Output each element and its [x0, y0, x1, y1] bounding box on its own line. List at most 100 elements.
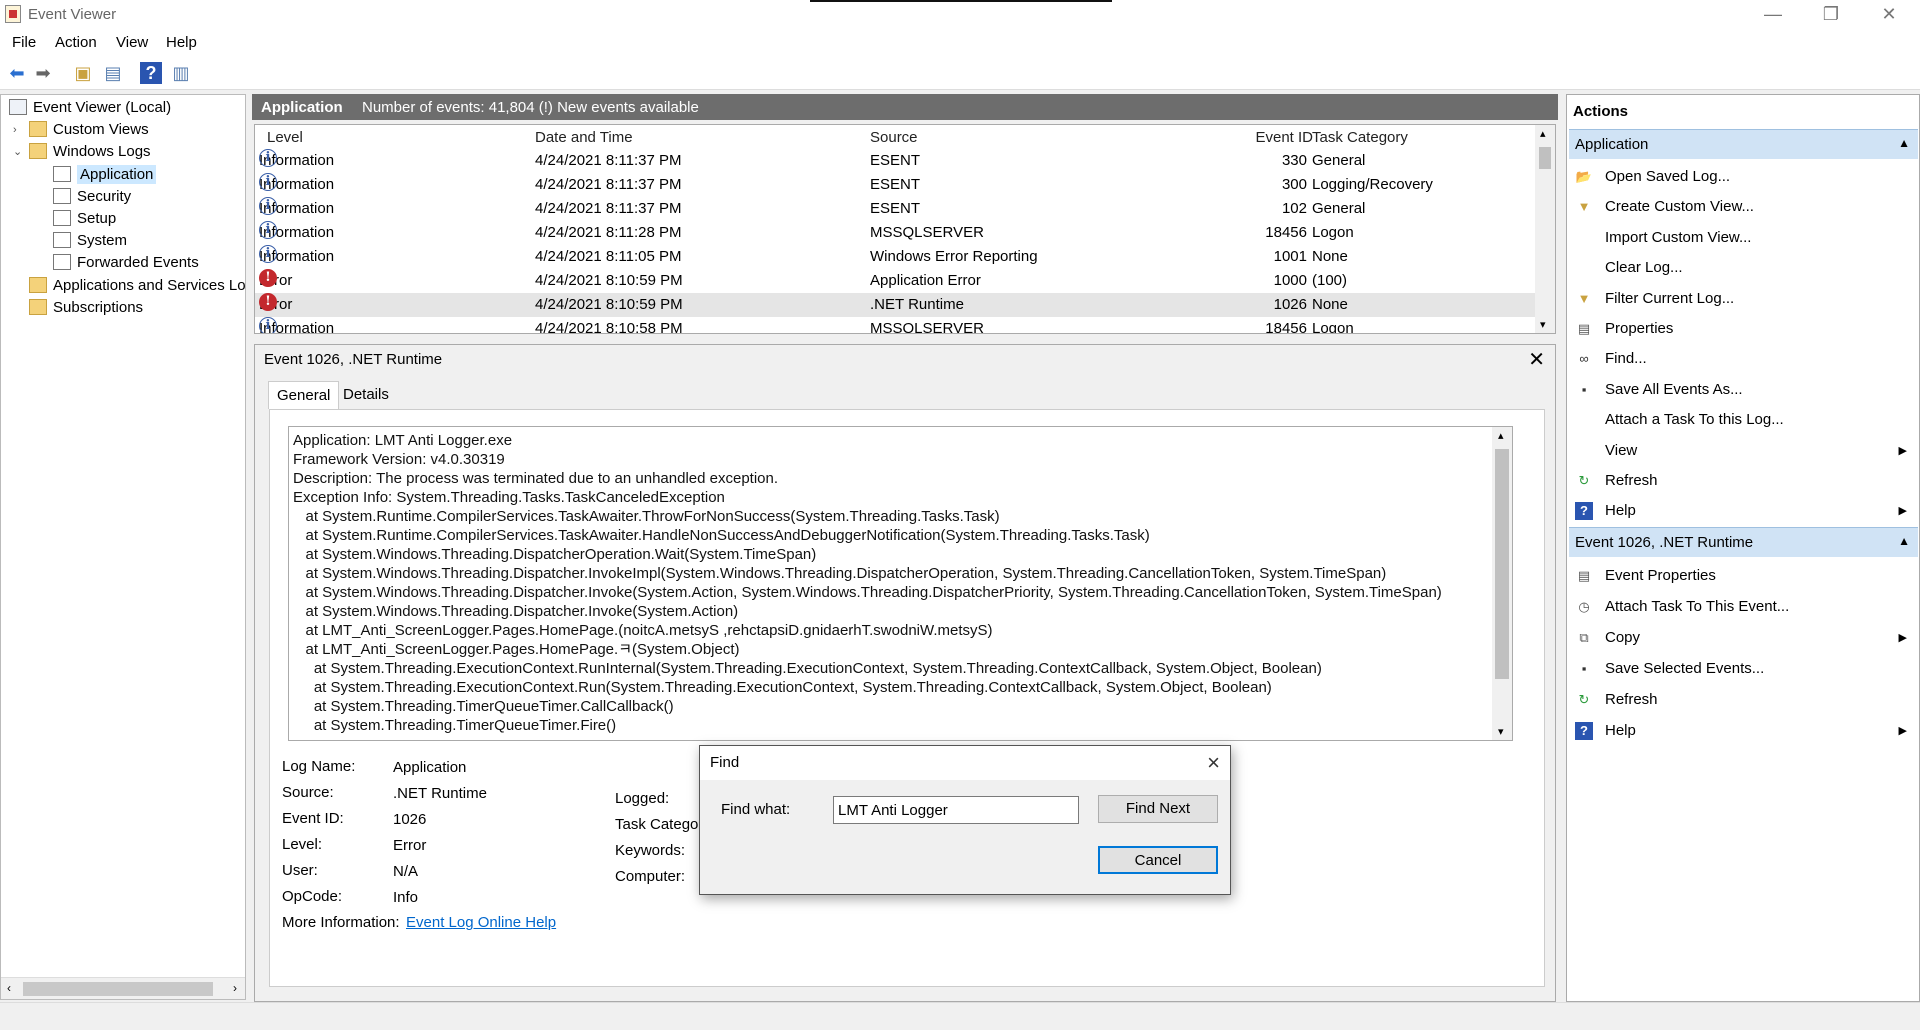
collapse-arrow-icon[interactable]: ▲	[1898, 534, 1910, 548]
menu-help[interactable]: Help	[166, 34, 197, 51]
action-attach-task-to-this-event[interactable]: ◷ Attach Task To This Event...	[1575, 592, 1915, 622]
event-list-scrollbar[interactable]: ▴ ▾	[1535, 125, 1555, 333]
action-event-properties[interactable]: ▤ Event Properties	[1575, 561, 1915, 591]
collapse-arrow-icon[interactable]: ▲	[1898, 136, 1910, 150]
column-header-task-category[interactable]: Task Category	[1312, 129, 1408, 146]
scroll-up-icon[interactable]: ▴	[1540, 127, 1546, 140]
value-level: Error	[393, 837, 427, 854]
scroll-left-icon[interactable]: ‹	[7, 981, 11, 995]
find-what-label: Find what:	[721, 801, 791, 818]
tree-horizontal-scrollbar[interactable]: ‹ ›	[1, 977, 245, 999]
scrollbar-thumb[interactable]	[1539, 147, 1551, 169]
event-log-online-help-link[interactable]: Event Log Online Help	[406, 914, 556, 931]
event-row[interactable]: i Information 4/24/2021 8:11:37 PM ESENT Log…	[255, 173, 1535, 197]
action-refresh[interactable]: ↻ Refresh	[1575, 685, 1915, 715]
value-source: .NET Runtime	[393, 785, 487, 802]
tree-system[interactable]: System	[53, 230, 127, 252]
close-button[interactable]: ✕	[1860, 0, 1918, 30]
minimize-button[interactable]: —	[1744, 0, 1802, 30]
event-row[interactable]: i Information 4/24/2021 8:11:37 PM ESENT Gen…	[255, 149, 1535, 173]
tab-general[interactable]: General	[268, 381, 340, 409]
copy-icon: ⧉	[1579, 630, 1589, 645]
scroll-down-icon[interactable]: ▾	[1498, 725, 1504, 738]
tree-subscriptions[interactable]: Subscriptions	[29, 297, 143, 319]
up-folder-icon[interactable]: ▣	[72, 62, 94, 84]
event-row[interactable]: i Information 4/24/2021 8:11:05 PM Windows …	[255, 245, 1535, 269]
show-hide-action-pane-icon[interactable]: ▥	[170, 62, 192, 84]
column-header-datetime[interactable]: Date and Time	[535, 129, 633, 146]
scrollbar-thumb[interactable]	[1495, 449, 1509, 679]
actions-title: Actions	[1573, 103, 1629, 120]
column-header-source[interactable]: Source	[870, 129, 918, 146]
event-task-category: (100)	[1312, 272, 1348, 289]
value-event-id: 1026	[393, 811, 427, 828]
event-source: ESENT	[870, 200, 921, 217]
tree-application[interactable]: Application	[53, 164, 157, 186]
submenu-arrow-icon: ▶	[1898, 632, 1907, 644]
action-properties[interactable]: ▤ Properties	[1575, 314, 1915, 344]
action-label: Save Selected Events...	[1605, 660, 1765, 677]
tree-apps-services-logs[interactable]: ›Applications and Services Log	[29, 275, 245, 297]
find-what-input[interactable]	[833, 796, 1079, 824]
action-label: Save All Events As...	[1605, 380, 1743, 398]
scroll-down-icon[interactable]: ▾	[1540, 318, 1546, 331]
value-log-name: Application	[393, 759, 467, 776]
close-icon[interactable]: ✕	[1528, 347, 1545, 372]
action-create-custom-view[interactable]: ▼ Create Custom View...	[1575, 192, 1915, 222]
action-copy[interactable]: ⧉ Copy ▶	[1575, 623, 1915, 653]
tree-windows-logs[interactable]: ⌄ Windows Logs	[13, 141, 151, 163]
tree-root[interactable]: Event Viewer (Local)	[9, 97, 171, 119]
action-refresh[interactable]: ↻ Refresh	[1575, 466, 1915, 496]
action-help[interactable]: ? Help ▶	[1575, 496, 1915, 526]
column-header-event-id[interactable]: Event ID	[1243, 129, 1313, 146]
action-filter-current-log[interactable]: ▼ Filter Current Log...	[1575, 284, 1915, 314]
event-id: 1000	[1273, 272, 1307, 289]
help-icon[interactable]: ?	[140, 62, 162, 84]
event-row[interactable]: i Information 4/24/2021 8:10:58 PM MSSQLSER…	[255, 317, 1535, 333]
menu-file[interactable]: File	[12, 34, 36, 51]
folder-open-icon: 📂	[1575, 169, 1593, 184]
event-row[interactable]: !Error 4/24/2021 8:10:59 PM .NET Runtime No…	[255, 293, 1535, 317]
event-description-box[interactable]: Application: LMT Anti Logger.exe Framewo…	[288, 426, 1513, 741]
action-save-selected-events[interactable]: ▪ Save Selected Events...	[1575, 654, 1915, 684]
event-row[interactable]: !Error 4/24/2021 8:10:59 PM Application Er…	[255, 269, 1535, 293]
restore-button[interactable]: ❐	[1802, 0, 1860, 30]
event-task-category: Logging/Recovery	[1312, 176, 1433, 193]
tree-setup[interactable]: Setup	[53, 208, 116, 230]
cancel-button[interactable]: Cancel	[1098, 846, 1218, 874]
title-bar: Event Viewer — ❐ ✕	[0, 0, 1920, 30]
action-attach-a-task-to-this-log[interactable]: Attach a Task To this Log...	[1575, 405, 1915, 435]
actions-section-application[interactable]: Application ▲	[1569, 129, 1918, 159]
tree-forwarded-events[interactable]: Forwarded Events	[53, 252, 199, 274]
chevron-right-icon[interactable]: ›	[13, 119, 17, 141]
action-label: Create Custom View...	[1605, 198, 1754, 216]
action-find[interactable]: ∞ Find...	[1575, 344, 1915, 374]
actions-section-event[interactable]: Event 1026, .NET Runtime ▲	[1569, 527, 1918, 557]
event-row[interactable]: i Information 4/24/2021 8:11:28 PM MSSQLSER…	[255, 221, 1535, 245]
action-help[interactable]: ? Help ▶	[1575, 716, 1915, 746]
column-header-level[interactable]: Level	[267, 129, 303, 146]
action-view[interactable]: View ▶	[1575, 436, 1915, 466]
label-more-information: More Information:	[282, 914, 400, 931]
scroll-right-icon[interactable]: ›	[233, 981, 237, 995]
forward-arrow-icon[interactable]: ➡	[32, 62, 54, 84]
action-open-saved-log[interactable]: 📂 Open Saved Log...	[1575, 162, 1915, 192]
scrollbar-thumb[interactable]	[23, 982, 213, 996]
scroll-up-icon[interactable]: ▴	[1498, 429, 1504, 442]
tab-details[interactable]: Details	[335, 381, 397, 409]
close-icon[interactable]: ×	[1207, 750, 1220, 776]
find-next-button[interactable]: Find Next	[1098, 795, 1218, 823]
show-hide-tree-icon[interactable]: ▤	[102, 62, 124, 84]
chevron-down-icon[interactable]: ⌄	[13, 141, 22, 163]
action-save-all-events-as[interactable]: ▪ Save All Events As...	[1575, 375, 1915, 405]
action-import-custom-view[interactable]: Import Custom View...	[1575, 223, 1915, 253]
description-scrollbar[interactable]: ▴ ▾	[1492, 427, 1512, 740]
back-arrow-icon[interactable]: ⬅	[6, 62, 28, 84]
info-icon: i	[259, 173, 277, 191]
menu-view[interactable]: View	[116, 34, 148, 51]
event-row[interactable]: i Information 4/24/2021 8:11:37 PM ESENT Gen…	[255, 197, 1535, 221]
tree-custom-views[interactable]: › Custom Views	[13, 119, 149, 141]
menu-action[interactable]: Action	[55, 34, 97, 51]
action-clear-log[interactable]: Clear Log...	[1575, 253, 1915, 283]
tree-security[interactable]: Security	[53, 186, 131, 208]
